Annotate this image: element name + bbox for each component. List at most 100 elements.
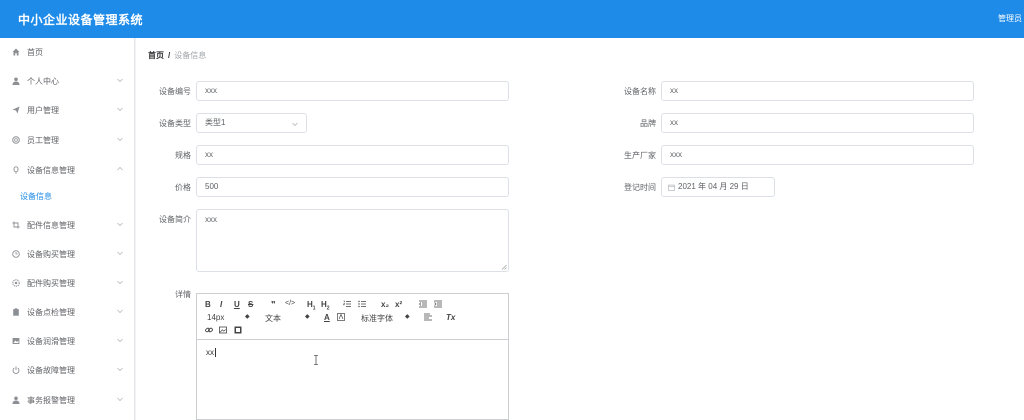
- sidebar-item-lubrication[interactable]: 设备润滑管理: [0, 331, 135, 351]
- font-family-select[interactable]: 标准字体: [361, 313, 393, 324]
- user-menu[interactable]: 管理员: [998, 13, 1024, 24]
- font-color-button[interactable]: A: [324, 313, 330, 322]
- underline-button[interactable]: U: [234, 300, 240, 309]
- subscript-button[interactable]: x₂: [381, 300, 389, 309]
- reg-time-datepicker[interactable]: 2021 年 04 月 29 日: [661, 177, 775, 197]
- chevron-down-icon: [117, 222, 123, 227]
- label-maker: 生产厂家: [624, 151, 656, 160]
- home-icon: [12, 48, 20, 56]
- device-type-value: 类型1: [205, 118, 226, 127]
- header2-button[interactable]: H2: [321, 300, 330, 312]
- label-device-name: 设备名称: [624, 87, 656, 96]
- label-intro: 设备简介: [159, 215, 191, 224]
- breadcrumb-home[interactable]: 首页: [148, 51, 164, 60]
- clipboard-icon: [12, 308, 20, 316]
- sidebar: 首页 个人中心 用户管理 员工管理 设备信息管理 设备信息 配件信息管理 设备购…: [0, 38, 135, 420]
- editor-content[interactable]: xx: [206, 348, 216, 357]
- sidebar-item-label: 设备润滑管理: [27, 336, 75, 346]
- spec-input[interactable]: xx: [196, 145, 509, 165]
- sidebar-item-label: 设备信息管理: [27, 165, 75, 175]
- ordered-list-icon[interactable]: [343, 300, 351, 308]
- sidebar-item-device-info-mgmt[interactable]: 设备信息管理: [0, 160, 135, 180]
- bold-button[interactable]: B: [205, 300, 211, 309]
- price-input[interactable]: 500: [196, 177, 509, 197]
- picture-icon: [12, 337, 20, 345]
- text-cursor-icon: [314, 355, 318, 365]
- superscript-button[interactable]: x²: [395, 300, 402, 309]
- breadcrumb-separator: /: [168, 51, 171, 60]
- device-name-input[interactable]: xx: [661, 81, 974, 101]
- sidebar-item-parts-purchase[interactable]: 配件购买管理: [0, 273, 135, 293]
- sidebar-item-label: 事务报警管理: [27, 395, 75, 405]
- brand-input[interactable]: xx: [661, 113, 974, 133]
- resize-handle-icon[interactable]: [501, 264, 507, 270]
- image-icon[interactable]: [219, 326, 227, 334]
- intro-textarea[interactable]: xxx: [196, 209, 509, 272]
- send-icon: [12, 106, 20, 114]
- text-caret: [215, 348, 216, 357]
- block-type-caret-icon: ◆: [305, 314, 310, 320]
- chevron-down-icon: [117, 78, 123, 83]
- reg-time-value: 2021 年 04 月 29 日: [678, 182, 749, 191]
- link-icon[interactable]: [205, 326, 213, 334]
- editor-toolbar: B I U S ❞ </> H1 H2 x₂ x² 14px ◆ 文本 ◆ A …: [197, 294, 508, 340]
- sidebar-item-label: 配件购买管理: [27, 278, 75, 288]
- sidebar-item-label: 设备故障管理: [27, 365, 75, 375]
- font-size-select[interactable]: 14px: [207, 313, 224, 322]
- sidebar-item-inspection[interactable]: 设备点检管理: [0, 302, 135, 322]
- sidebar-item-label: 员工管理: [27, 135, 59, 145]
- app-title: 中小企业设备管理系统: [18, 13, 144, 27]
- blockquote-button[interactable]: ❞: [271, 300, 276, 309]
- chevron-down-icon: [117, 367, 123, 372]
- sidebar-item-label: 设备信息: [20, 191, 52, 201]
- chevron-down-icon: [117, 338, 123, 343]
- label-price: 价格: [175, 183, 191, 192]
- clear-format-button[interactable]: Tx: [446, 313, 455, 322]
- sidebar-item-label: 配件信息管理: [27, 220, 75, 230]
- strike-button[interactable]: S: [248, 300, 253, 309]
- sidebar-item-alarm[interactable]: 事务报警管理: [0, 390, 135, 410]
- device-type-select[interactable]: 类型1: [196, 113, 307, 133]
- sidebar-item-label: 用户管理: [27, 105, 59, 115]
- sidebar-item-fault[interactable]: 设备故障管理: [0, 360, 135, 380]
- label-reg-time: 登记时间: [624, 183, 656, 192]
- label-device-type: 设备类型: [159, 119, 191, 128]
- sidebar-item-parts-info[interactable]: 配件信息管理: [0, 215, 135, 235]
- sidebar-item-profile[interactable]: 个人中心: [0, 71, 135, 91]
- lock-icon: [12, 166, 20, 174]
- clock-icon: [12, 250, 20, 258]
- sidebar-item-users[interactable]: 用户管理: [0, 100, 135, 120]
- chevron-down-icon: [117, 251, 123, 256]
- indent-icon[interactable]: [434, 300, 442, 308]
- person-icon: [12, 396, 20, 404]
- bullet-list-icon[interactable]: [358, 300, 366, 308]
- block-type-select[interactable]: 文本: [265, 313, 281, 324]
- sidebar-item-staff[interactable]: 员工管理: [0, 130, 135, 150]
- video-icon[interactable]: [234, 326, 242, 334]
- chevron-down-icon: [117, 309, 123, 314]
- device-no-input[interactable]: xxx: [196, 81, 509, 101]
- rich-text-editor: B I U S ❞ </> H1 H2 x₂ x² 14px ◆ 文本 ◆ A …: [196, 293, 509, 420]
- intro-value: xxx: [205, 215, 217, 224]
- user-icon: [12, 77, 20, 85]
- sidebar-item-device-purchase[interactable]: 设备购买管理: [0, 244, 135, 264]
- label-spec: 规格: [175, 151, 191, 160]
- outdent-icon[interactable]: [419, 300, 427, 308]
- code-block-button[interactable]: </>: [285, 300, 295, 307]
- gear-icon: [12, 279, 20, 287]
- top-bar: 中小企业设备管理系统 管理员: [0, 0, 1024, 38]
- sidebar-item-label: 个人中心: [27, 76, 59, 86]
- background-color-icon[interactable]: [337, 313, 345, 321]
- sidebar-item-device-info[interactable]: 设备信息: [0, 186, 135, 206]
- maker-input[interactable]: xxx: [661, 145, 974, 165]
- sidebar-item-home[interactable]: 首页: [0, 42, 135, 62]
- label-device-no: 设备编号: [159, 87, 191, 96]
- label-brand: 品牌: [640, 119, 656, 128]
- power-icon: [12, 366, 20, 374]
- italic-button[interactable]: I: [220, 300, 222, 309]
- align-icon[interactable]: [424, 313, 432, 321]
- header1-button[interactable]: H1: [307, 300, 316, 312]
- breadcrumb: 首页 / 设备信息: [148, 50, 206, 61]
- chevron-down-icon: [117, 137, 123, 142]
- sidebar-item-label: 首页: [27, 47, 43, 57]
